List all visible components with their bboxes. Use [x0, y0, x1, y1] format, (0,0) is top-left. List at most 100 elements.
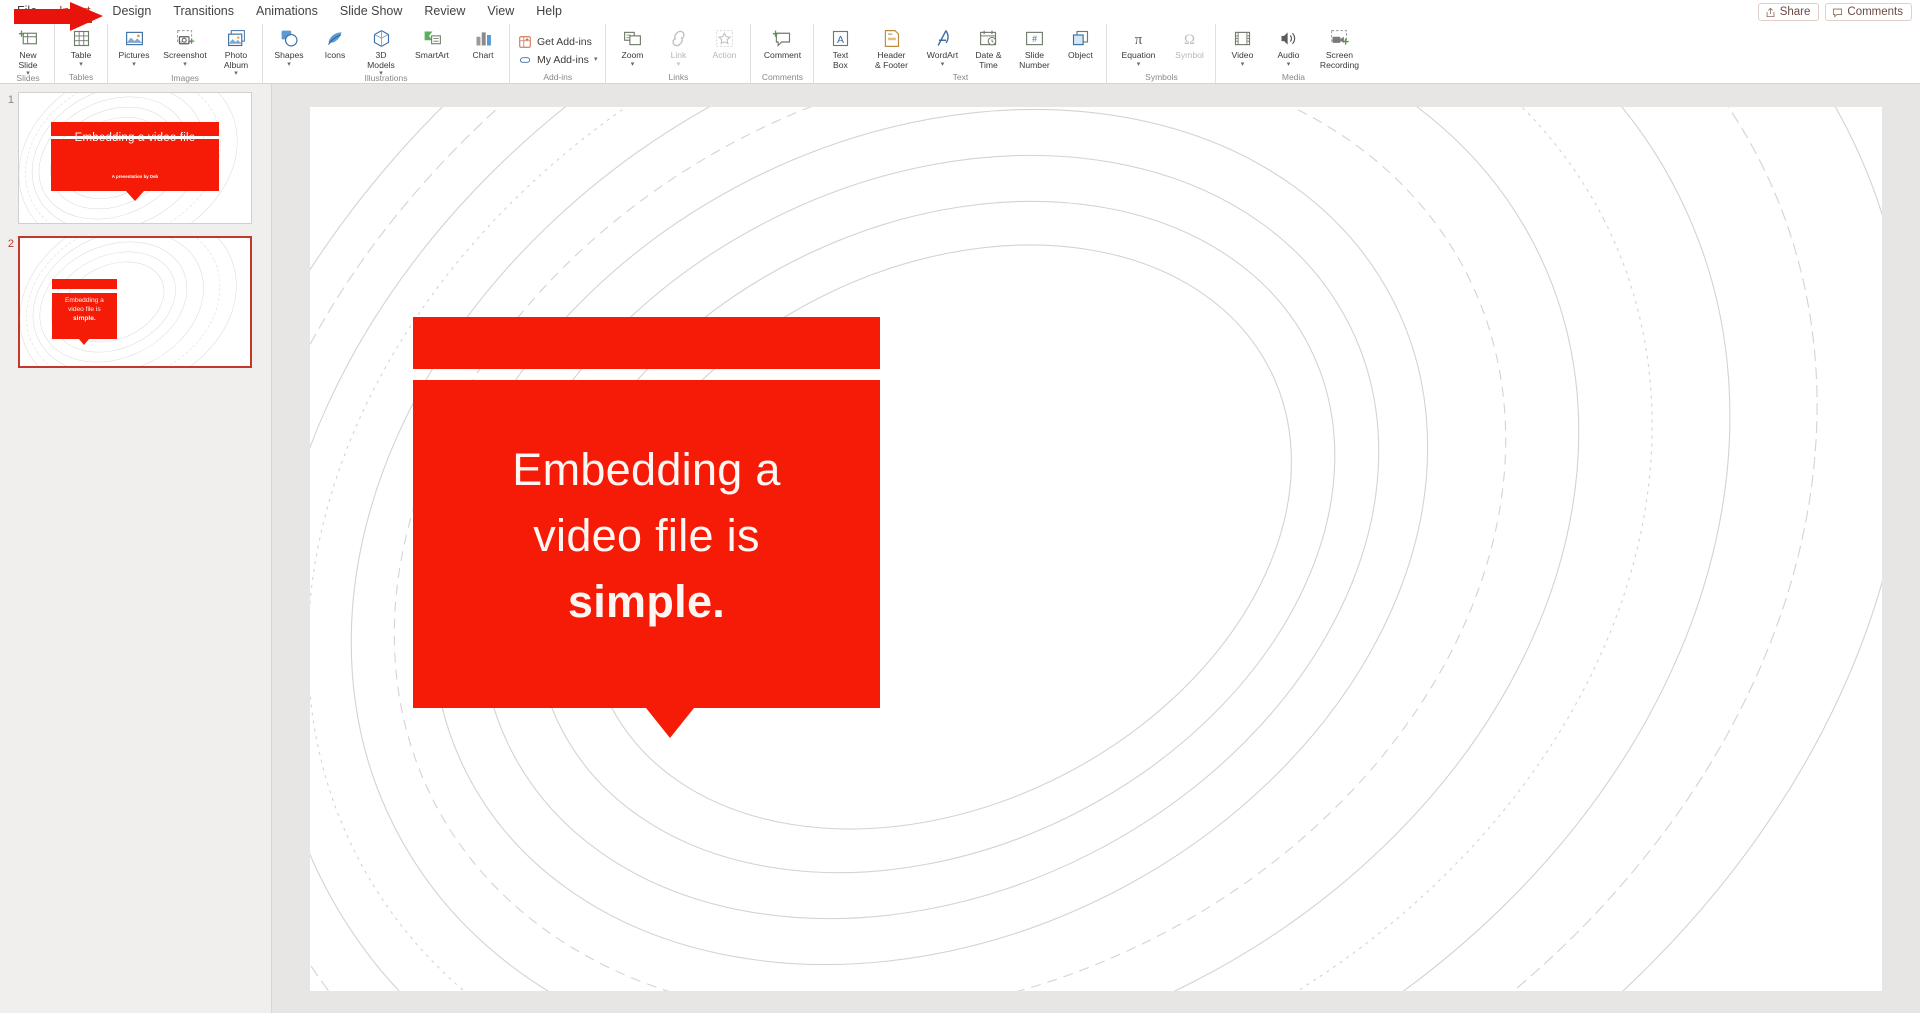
screenshot-button[interactable]: Screenshot ▾ — [157, 26, 213, 68]
screen-recording-label: Screen Recording — [1320, 51, 1359, 70]
chevron-down-icon[interactable]: ▾ — [1241, 62, 1245, 68]
slide-accent-bar[interactable] — [413, 317, 880, 369]
ribbon-group-text: A Text Box Header & Footer — [814, 24, 1107, 83]
object-button[interactable]: Object — [1057, 26, 1103, 61]
share-icon — [1765, 7, 1776, 18]
equation-label: Equation — [1121, 51, 1155, 61]
title-bar: File Insert Design Transitions Animation… — [0, 0, 1920, 24]
table-icon — [71, 27, 92, 49]
wordart-icon — [932, 27, 953, 49]
chevron-down-icon[interactable]: ▾ — [79, 62, 83, 68]
tab-design[interactable]: Design — [101, 0, 162, 24]
get-addins-icon — [518, 35, 532, 49]
tab-transitions[interactable]: Transitions — [162, 0, 245, 24]
tab-review[interactable]: Review — [413, 0, 476, 24]
chevron-down-icon[interactable]: ▾ — [941, 62, 945, 68]
zoom-label: Zoom — [621, 51, 643, 61]
tab-file[interactable]: File — [6, 0, 48, 24]
new-slide-label: New Slide — [18, 51, 37, 70]
zoom-button[interactable]: Zoom ▾ — [609, 26, 655, 68]
audio-icon — [1278, 27, 1299, 49]
ribbon-tabs: File Insert Design Transitions Animation… — [6, 0, 573, 24]
ribbon-group-illustrations: Shapes ▾ Icons 3 — [263, 24, 510, 83]
icons-button[interactable]: Icons — [312, 26, 358, 61]
tab-view[interactable]: View — [476, 0, 525, 24]
wordart-button[interactable]: WordArt ▾ — [919, 26, 965, 68]
photo-album-label: Photo Album — [224, 51, 248, 70]
thumbnail-row-1[interactable]: 1 Embedding — [0, 92, 271, 224]
chart-icon — [473, 27, 494, 49]
thumb2-accent-bar — [52, 279, 116, 289]
comment-button[interactable]: Comment — [754, 26, 810, 61]
table-label: Table — [71, 51, 92, 61]
equation-button[interactable]: π Equation ▾ — [1110, 26, 1166, 68]
get-addins-button[interactable]: Get Add-ins — [513, 33, 597, 51]
smartart-icon — [422, 27, 443, 49]
video-button[interactable]: Video ▾ — [1219, 26, 1265, 68]
smartart-label: SmartArt — [415, 51, 449, 61]
tab-help[interactable]: Help — [525, 0, 573, 24]
tab-insert[interactable]: Insert — [48, 0, 101, 24]
audio-button[interactable]: Audio ▾ — [1265, 26, 1311, 68]
text-box-button[interactable]: A Text Box — [817, 26, 863, 70]
slide-text[interactable]: Embedding a video file is simple. — [413, 437, 880, 635]
chevron-down-icon[interactable]: ▾ — [287, 62, 291, 68]
symbol-label: Symbol — [1175, 51, 1204, 61]
slide-thumbnail-2[interactable]: Embedding a video file is simple. — [18, 236, 252, 368]
slide-triangle-pointer — [646, 708, 694, 738]
tab-slide-show[interactable]: Slide Show — [329, 0, 414, 24]
3d-models-icon — [371, 27, 392, 49]
group-label-links: Links — [609, 73, 747, 83]
video-label: Video — [1232, 51, 1254, 61]
group-label-media: Media — [1219, 73, 1367, 83]
svg-text:A: A — [837, 33, 844, 45]
pictures-label: Pictures — [118, 51, 149, 61]
tab-animations[interactable]: Animations — [245, 0, 329, 24]
thumb1-triangle — [126, 191, 144, 201]
chevron-down-icon[interactable]: ▾ — [1287, 62, 1291, 68]
slide-number-button[interactable]: # Slide Number — [1011, 26, 1057, 70]
comments-button[interactable]: Comments — [1825, 3, 1912, 21]
chevron-down-icon[interactable]: ▾ — [183, 62, 187, 68]
pictures-icon — [124, 27, 145, 49]
date-time-label: Date & Time — [975, 51, 1001, 70]
slide-thumbnail-1[interactable]: Embedding a video file A presentation by… — [18, 92, 252, 224]
chevron-down-icon[interactable]: ▾ — [1137, 62, 1141, 68]
shapes-button[interactable]: Shapes ▾ — [266, 26, 312, 68]
chart-label: Chart — [472, 51, 493, 61]
chevron-down-icon: ▾ — [677, 62, 681, 68]
chart-button[interactable]: Chart — [460, 26, 506, 61]
pictures-button[interactable]: Pictures ▾ — [111, 26, 157, 68]
slide-thumbnail-pane[interactable]: 1 Embedding — [0, 84, 272, 1013]
my-addins-button[interactable]: My Add-ins ▾ — [513, 51, 602, 69]
slide-line1: Embedding a — [512, 444, 781, 495]
chevron-down-icon[interactable]: ▾ — [594, 57, 598, 63]
photo-album-button[interactable]: Photo Album ▾ — [213, 26, 259, 77]
date-time-button[interactable]: Date & Time — [965, 26, 1011, 70]
screen-recording-button[interactable]: Screen Recording — [1311, 26, 1367, 70]
3d-models-button[interactable]: 3D Models ▾ — [358, 26, 404, 77]
group-label-images: Images — [111, 74, 259, 83]
screen-recording-icon — [1329, 27, 1350, 49]
header-footer-button[interactable]: Header & Footer — [863, 26, 919, 70]
link-button: Link ▾ — [655, 26, 701, 68]
current-slide[interactable]: Embedding a video file is simple. — [310, 107, 1882, 991]
header-footer-icon — [881, 27, 902, 49]
svg-text:Ω: Ω — [1184, 31, 1195, 47]
wordart-label: WordArt — [927, 51, 958, 61]
thumb1-title: Embedding a video file — [19, 132, 251, 144]
audio-label: Audio — [1277, 51, 1299, 61]
chevron-down-icon[interactable]: ▾ — [631, 62, 635, 68]
workspace: 1 Embedding — [0, 84, 1920, 1013]
thumb2-line3: simple. — [73, 315, 96, 322]
chevron-down-icon[interactable]: ▾ — [132, 62, 136, 68]
smartart-button[interactable]: SmartArt — [404, 26, 460, 61]
thumb2-triangle — [79, 339, 89, 345]
table-button[interactable]: Table ▾ — [58, 26, 104, 68]
ribbon: New Slide ▾ Slides Table ▾ Tables — [0, 24, 1920, 84]
thumbnail-row-2[interactable]: 2 — [0, 236, 271, 368]
new-slide-button[interactable]: New Slide ▾ — [5, 26, 51, 77]
object-icon — [1070, 27, 1091, 49]
group-label-addins: Add-ins — [513, 73, 602, 83]
share-button[interactable]: Share — [1758, 3, 1820, 21]
